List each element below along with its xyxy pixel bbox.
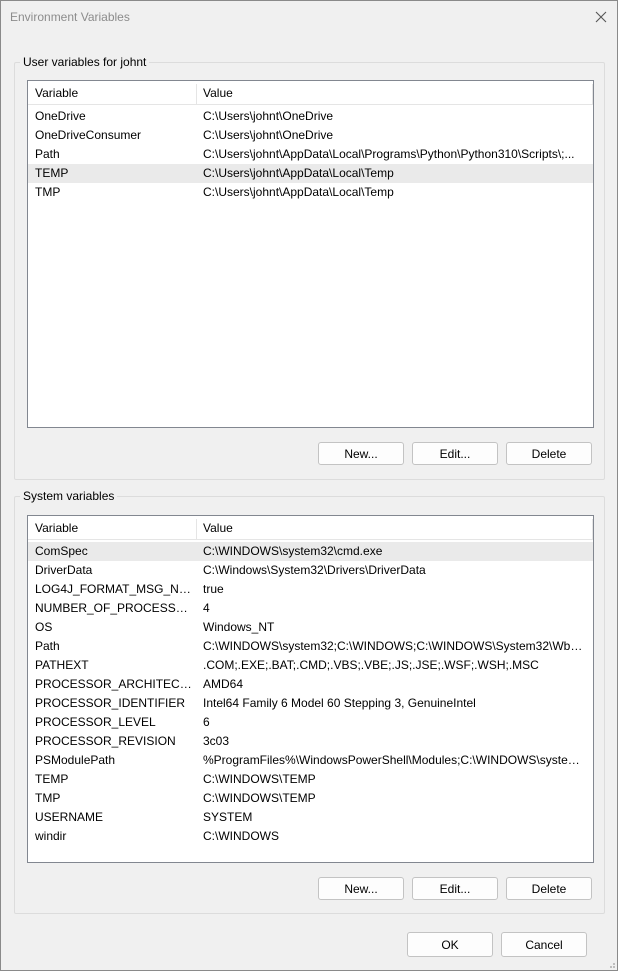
- system-new-button[interactable]: New...: [318, 877, 404, 900]
- column-divider[interactable]: [592, 519, 593, 539]
- title-bar: Environment Variables: [1, 1, 617, 33]
- table-row[interactable]: LOG4J_FORMAT_MSG_NO_L... true: [28, 580, 593, 599]
- variable-value: C:\WINDOWS\TEMP: [203, 791, 316, 805]
- variable-value: SYSTEM: [203, 810, 253, 824]
- window-title: Environment Variables: [10, 10, 130, 24]
- user-list-header: Variable Value: [28, 81, 593, 105]
- variable-name: PROCESSOR_REVISION: [35, 734, 176, 748]
- column-header-variable[interactable]: Variable: [28, 81, 78, 105]
- variable-name: TMP: [35, 185, 61, 199]
- table-row[interactable]: PSModulePath %ProgramFiles%\WindowsPower…: [28, 751, 593, 770]
- column-header-value[interactable]: Value: [196, 81, 233, 105]
- system-list-rows: ComSpec C:\WINDOWS\system32\cmd.exe Driv…: [28, 542, 593, 846]
- variable-name: NUMBER_OF_PROCESSORS: [35, 601, 193, 615]
- variable-value: C:\Windows\System32\Drivers\DriverData: [203, 563, 426, 577]
- table-row[interactable]: Path C:\WINDOWS\system32;C:\WINDOWS;C:\W…: [28, 637, 593, 656]
- table-row[interactable]: Path C:\Users\johnt\AppData\Local\Progra…: [28, 145, 593, 164]
- variable-value: C:\WINDOWS\system32\cmd.exe: [203, 544, 383, 558]
- variable-name: OneDrive: [35, 109, 86, 123]
- user-list-rows: OneDrive C:\Users\johnt\OneDrive OneDriv…: [28, 107, 593, 202]
- variable-value: C:\WINDOWS\TEMP: [203, 772, 316, 786]
- variable-value: 6: [203, 715, 210, 729]
- variable-value: 3c03: [203, 734, 230, 748]
- cancel-button[interactable]: Cancel: [501, 932, 587, 957]
- variable-value: 4: [203, 601, 210, 615]
- variable-name: USERNAME: [35, 810, 104, 824]
- table-row[interactable]: DriverData C:\Windows\System32\Drivers\D…: [28, 561, 593, 580]
- table-row[interactable]: PROCESSOR_IDENTIFIER Intel64 Family 6 Mo…: [28, 694, 593, 713]
- ok-button[interactable]: OK: [407, 932, 493, 957]
- table-row[interactable]: OS Windows_NT: [28, 618, 593, 637]
- system-list-header: Variable Value: [28, 516, 593, 540]
- variable-name: TEMP: [35, 166, 69, 180]
- variable-name: PROCESSOR_ARCHITECTURE: [35, 677, 193, 691]
- user-variables-list[interactable]: Variable Value OneDrive C:\Users\johnt\O…: [27, 80, 594, 428]
- variable-value: true: [203, 582, 224, 596]
- variable-value: %ProgramFiles%\WindowsPowerShell\Modules…: [203, 753, 583, 767]
- variable-value: C:\Users\johnt\OneDrive: [203, 109, 334, 123]
- table-row-selected[interactable]: TEMP C:\Users\johnt\AppData\Local\Temp: [28, 164, 593, 183]
- table-row[interactable]: PROCESSOR_LEVEL 6: [28, 713, 593, 732]
- variable-name: Path: [35, 147, 60, 161]
- user-edit-button[interactable]: Edit...: [412, 442, 498, 465]
- variable-name: OS: [35, 620, 53, 634]
- system-delete-button[interactable]: Delete: [506, 877, 592, 900]
- user-new-button[interactable]: New...: [318, 442, 404, 465]
- table-row[interactable]: USERNAME SYSTEM: [28, 808, 593, 827]
- table-row[interactable]: PATHEXT .COM;.EXE;.BAT;.CMD;.VBS;.VBE;.J…: [28, 656, 593, 675]
- variable-name: LOG4J_FORMAT_MSG_NO_L...: [35, 582, 193, 596]
- table-row[interactable]: PROCESSOR_ARCHITECTURE AMD64: [28, 675, 593, 694]
- user-variables-label: User variables for johnt: [20, 55, 150, 69]
- close-icon: [595, 11, 607, 23]
- resize-grip-icon[interactable]: [606, 959, 616, 969]
- table-row[interactable]: PROCESSOR_REVISION 3c03: [28, 732, 593, 751]
- variable-value: C:\Users\johnt\AppData\Local\Temp: [203, 166, 394, 180]
- column-header-variable[interactable]: Variable: [28, 516, 78, 540]
- variable-name: windir: [35, 829, 67, 843]
- column-header-value[interactable]: Value: [196, 516, 233, 540]
- variable-value: C:\WINDOWS\system32;C:\WINDOWS;C:\WINDOW…: [203, 639, 583, 653]
- close-button[interactable]: [587, 4, 615, 30]
- table-row[interactable]: TEMP C:\WINDOWS\TEMP: [28, 770, 593, 789]
- variable-name: PROCESSOR_LEVEL: [35, 715, 156, 729]
- system-edit-button[interactable]: Edit...: [412, 877, 498, 900]
- variable-value: .COM;.EXE;.BAT;.CMD;.VBS;.VBE;.JS;.JSE;.…: [203, 658, 539, 672]
- variable-name: OneDriveConsumer: [35, 128, 142, 142]
- variable-value: AMD64: [203, 677, 244, 691]
- table-row[interactable]: TMP C:\Users\johnt\AppData\Local\Temp: [28, 183, 593, 202]
- variable-value: C:\Users\johnt\AppData\Local\Programs\Py…: [203, 147, 575, 161]
- table-row[interactable]: windir C:\WINDOWS: [28, 827, 593, 846]
- variable-name: PATHEXT: [35, 658, 89, 672]
- environment-variables-dialog: Environment Variables User variables for…: [0, 0, 618, 971]
- variable-name: TEMP: [35, 772, 69, 786]
- variable-name: PROCESSOR_IDENTIFIER: [35, 696, 186, 710]
- system-variables-label: System variables: [20, 489, 118, 503]
- table-row[interactable]: OneDrive C:\Users\johnt\OneDrive: [28, 107, 593, 126]
- system-variables-list[interactable]: Variable Value ComSpec C:\WINDOWS\system…: [27, 515, 594, 863]
- variable-name: Path: [35, 639, 60, 653]
- variable-value: C:\Users\johnt\AppData\Local\Temp: [203, 185, 394, 199]
- variable-value: Intel64 Family 6 Model 60 Stepping 3, Ge…: [203, 696, 476, 710]
- variable-name: DriverData: [35, 563, 93, 577]
- variable-name: TMP: [35, 791, 61, 805]
- variable-name: ComSpec: [35, 544, 88, 558]
- variable-value: C:\Users\johnt\OneDrive: [203, 128, 334, 142]
- column-divider[interactable]: [592, 84, 593, 104]
- variable-value: Windows_NT: [203, 620, 275, 634]
- table-row-selected[interactable]: ComSpec C:\WINDOWS\system32\cmd.exe: [28, 542, 593, 561]
- table-row[interactable]: TMP C:\WINDOWS\TEMP: [28, 789, 593, 808]
- variable-name: PSModulePath: [35, 753, 116, 767]
- table-row[interactable]: OneDriveConsumer C:\Users\johnt\OneDrive: [28, 126, 593, 145]
- table-row[interactable]: NUMBER_OF_PROCESSORS 4: [28, 599, 593, 618]
- user-delete-button[interactable]: Delete: [506, 442, 592, 465]
- variable-value: C:\WINDOWS: [203, 829, 279, 843]
